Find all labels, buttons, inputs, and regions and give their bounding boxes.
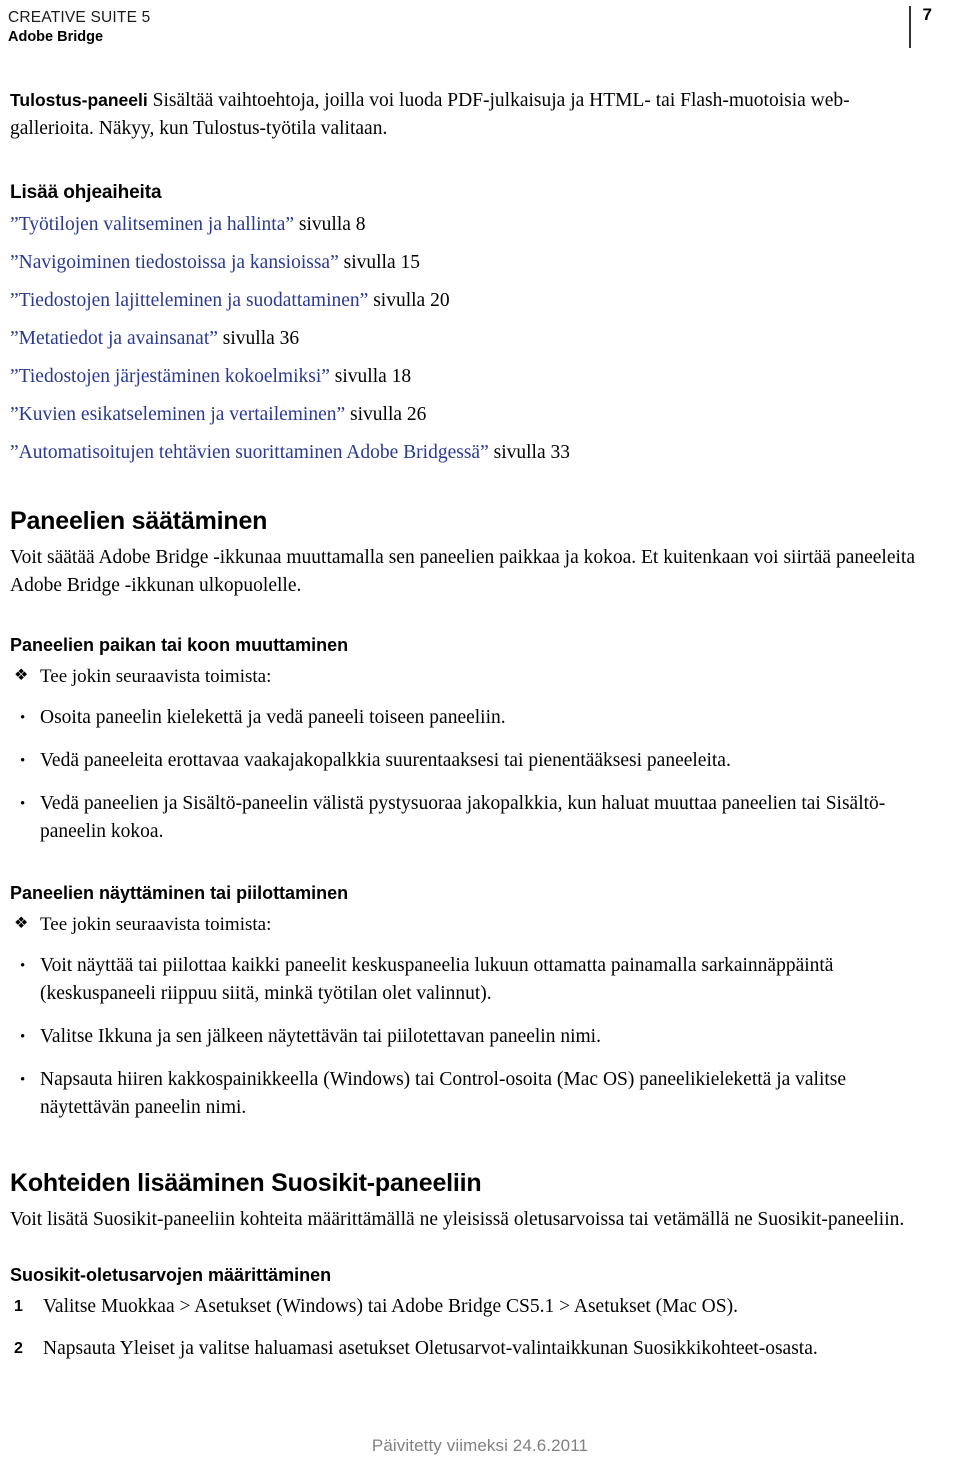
bullet-icon: •: [20, 796, 26, 812]
bullet-text: Voit näyttää tai piilottaa kaikki paneel…: [40, 955, 834, 1004]
bullet-text: Napsauta hiiren kakkospainikkeella (Wind…: [40, 1069, 847, 1118]
list-item: ”Työtilojen valitseminen ja hallinta” si…: [10, 211, 922, 238]
document-page: CREATIVE SUITE 5 Adobe Bridge 7 Tulostus…: [0, 0, 960, 1480]
list-item: • Voit näyttää tai piilottaa kaikki pane…: [10, 952, 922, 1008]
panels-adjust-section: Paneelien säätäminen Voit säätää Adobe B…: [10, 506, 922, 600]
favorites-body: Voit lisätä Suosikit-paneeliin kohteita …: [10, 1209, 905, 1230]
panel-move-bullet-list: • Osoita paneelin kielekettä ja vedä pan…: [10, 704, 922, 846]
panels-adjust-body: Voit säätää Adobe Bridge -ikkunaa muutta…: [10, 547, 915, 596]
bullet-icon: •: [20, 1072, 26, 1088]
bullet-text: Vedä paneeleita erottavaa vaakajakopalkk…: [40, 750, 731, 771]
list-item: ”Automatisoitujen tehtävien suorittamine…: [10, 439, 922, 466]
panel-show-hide-bullet-list: • Voit näyttää tai piilottaa kaikki pane…: [10, 952, 922, 1122]
xref-link[interactable]: ”Kuvien esikatseleminen ja vertaileminen…: [10, 404, 345, 425]
xref-page: sivulla 18: [329, 366, 412, 387]
page-number-group: 7: [908, 5, 932, 50]
favorites-heading: Kohteiden lisääminen Suosikit-paneeliin: [10, 1169, 482, 1197]
running-header: CREATIVE SUITE 5 Adobe Bridge 7: [8, 0, 940, 58]
xref-page: sivulla 26: [345, 404, 427, 425]
list-item: 2 Napsauta Yleiset ja valitse haluamasi …: [10, 1335, 922, 1363]
bullet-text: Valitse Ikkuna ja sen jälkeen näytettävä…: [40, 1026, 601, 1047]
favorites-defaults-step-list: 1 Valitse Muokkaa > Asetukset (Windows) …: [10, 1293, 922, 1363]
xref-link[interactable]: ”Automatisoitujen tehtävien suorittamine…: [10, 442, 489, 463]
more-topics-section: Lisää ohjeaiheita ”Työtilojen valitsemin…: [10, 181, 922, 466]
floret-bullet-icon: ❖: [14, 915, 29, 932]
list-item: • Vedä paneeleita erottavaa vaakajakopal…: [10, 747, 922, 775]
panel-show-hide-section: Paneelien näyttäminen tai piilottaminen …: [10, 882, 922, 1122]
intro-paragraph: Tulostus-paneeli Sisältää vaihtoehtoja, …: [10, 86, 922, 143]
panel-show-hide-heading: Paneelien näyttäminen tai piilottaminen: [10, 883, 349, 903]
step-text: Valitse Muokkaa > Asetukset (Windows) ta…: [43, 1296, 738, 1317]
product-title: Adobe Bridge: [8, 29, 104, 45]
procedure-text: Tee jokin seuraavista toimista:: [40, 666, 272, 687]
step-number: 2: [14, 1340, 23, 1357]
list-item: ”Metatiedot ja avainsanat” sivulla 36: [10, 325, 922, 352]
list-item: ”Kuvien esikatseleminen ja vertaileminen…: [10, 401, 922, 428]
floret-bullet-icon: ❖: [14, 667, 29, 684]
xref-page: sivulla 15: [338, 252, 420, 273]
more-topics-list: ”Työtilojen valitseminen ja hallinta” si…: [10, 211, 922, 466]
bullet-icon: •: [20, 1029, 26, 1045]
xref-link[interactable]: ”Metatiedot ja avainsanat”: [10, 328, 218, 349]
suite-title: CREATIVE SUITE 5: [8, 9, 151, 26]
panel-show-hide-procedure-list: ❖ Tee jokin seuraavista toimista:: [10, 911, 922, 938]
more-topics-heading: Lisää ohjeaiheita: [10, 182, 162, 203]
list-item: • Osoita paneelin kielekettä ja vedä pan…: [10, 704, 922, 732]
favorites-defaults-section: Suosikit-oletusarvojen määrittäminen 1 V…: [10, 1264, 922, 1363]
list-item: 1 Valitse Muokkaa > Asetukset (Windows) …: [10, 1293, 922, 1321]
page-number-rule: [908, 6, 911, 48]
list-item: • Valitse Ikkuna ja sen jälkeen näytettä…: [10, 1023, 922, 1051]
xref-link[interactable]: ”Tiedostojen järjestäminen kokoelmiksi”: [10, 366, 330, 387]
xref-link[interactable]: ”Tiedostojen lajitteleminen ja suodattam…: [10, 290, 368, 311]
bullet-text: Osoita paneelin kielekettä ja vedä panee…: [40, 707, 506, 728]
list-item: • Napsauta hiiren kakkospainikkeella (Wi…: [10, 1066, 922, 1122]
xref-page: sivulla 36: [217, 328, 300, 349]
procedure-item: ❖ Tee jokin seuraavista toimista:: [10, 911, 922, 938]
favorites-defaults-heading: Suosikit-oletusarvojen määrittäminen: [10, 1265, 332, 1285]
list-item: ”Tiedostojen lajitteleminen ja suodattam…: [10, 287, 922, 314]
panels-adjust-heading: Paneelien säätäminen: [10, 507, 268, 535]
bullet-icon: •: [20, 753, 26, 769]
list-item: ”Tiedostojen järjestäminen kokoelmiksi” …: [10, 363, 922, 390]
list-item: ”Navigoiminen tiedostoissa ja kansioissa…: [10, 249, 922, 276]
xref-page: sivulla 33: [488, 442, 570, 463]
bullet-icon: •: [20, 710, 26, 726]
panel-move-procedure-list: ❖ Tee jokin seuraavista toimista:: [10, 663, 922, 690]
step-text: Napsauta Yleiset ja valitse haluamasi as…: [43, 1338, 818, 1359]
bullet-text: Vedä paneelien ja Sisältö-paneelin välis…: [40, 793, 886, 842]
panel-move-section: Paneelien paikan tai koon muuttaminen ❖ …: [10, 634, 922, 846]
procedure-text: Tee jokin seuraavista toimista:: [40, 914, 272, 935]
xref-page: sivulla 20: [368, 290, 450, 311]
page-content: Tulostus-paneeli Sisältää vaihtoehtoja, …: [8, 86, 940, 1363]
intro-term: Tulostus-paneeli: [10, 90, 148, 110]
favorites-section: Kohteiden lisääminen Suosikit-paneeliin …: [10, 1168, 922, 1234]
step-number: 1: [14, 1298, 23, 1315]
procedure-item: ❖ Tee jokin seuraavista toimista:: [10, 663, 922, 690]
page-number: 7: [922, 5, 932, 24]
xref-page: sivulla 8: [294, 214, 366, 235]
page-footer: Päivitetty viimeksi 24.6.2011: [371, 1436, 589, 1455]
panel-move-heading: Paneelien paikan tai koon muuttaminen: [10, 635, 349, 655]
bullet-icon: •: [20, 958, 26, 974]
list-item: • Vedä paneelien ja Sisältö-paneelin väl…: [10, 790, 922, 846]
xref-link[interactable]: ”Navigoiminen tiedostoissa ja kansioissa…: [10, 252, 339, 273]
xref-link[interactable]: ”Työtilojen valitseminen ja hallinta”: [10, 214, 294, 235]
